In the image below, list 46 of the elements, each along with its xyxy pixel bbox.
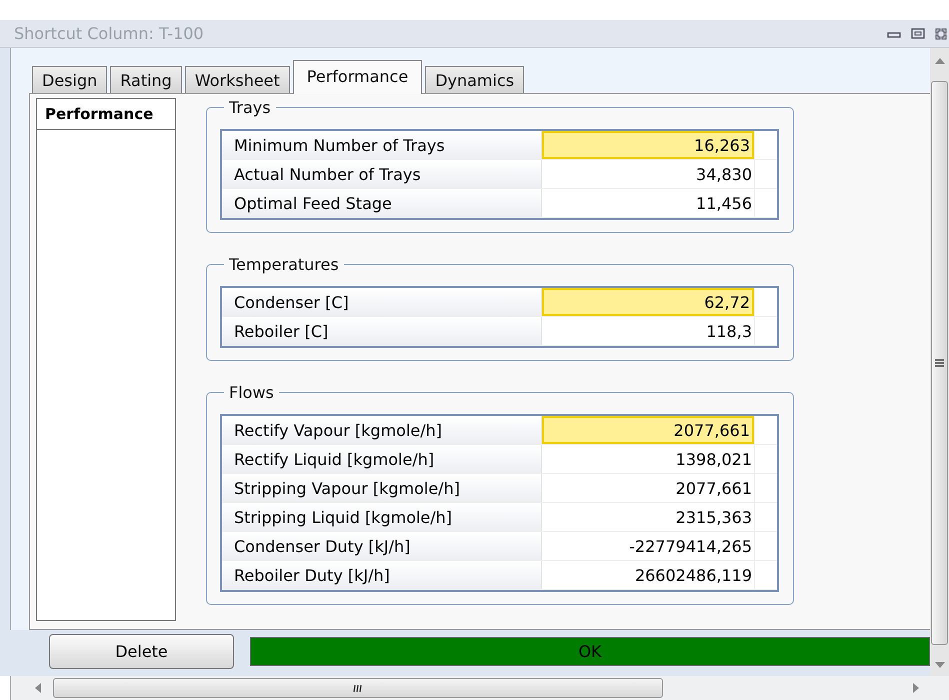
tab[interactable]: Design [32,66,108,94]
left-arrow-icon[interactable] [35,683,41,693]
value-cell[interactable]: 16,263 [542,131,754,159]
property-label: Actual Number of Trays [222,160,542,188]
grip-icon [935,359,944,367]
value-cell[interactable]: 2315,363 [542,503,754,531]
value-cell[interactable]: 2077,661 [542,474,754,502]
value-cell[interactable]: 2077,661 [542,416,754,444]
delete-button[interactable]: Delete [49,634,234,669]
expand-icon[interactable] [935,28,947,40]
grip-icon [353,684,363,692]
group-title: Temperatures [228,255,340,274]
up-arrow-icon[interactable] [934,58,944,64]
group-title: Flows [228,383,275,402]
property-label: Condenser Duty [kJ/h] [222,532,542,560]
value-cell[interactable]: 118,3 [542,317,754,345]
property-label: Reboiler Duty [kJ/h] [222,561,542,589]
vertical-scrollbar[interactable] [930,48,949,676]
value-cell[interactable]: -22779414,265 [542,532,754,560]
scroll-thumb[interactable] [53,678,663,698]
property-label: Minimum Number of Trays [222,131,542,159]
value-cell[interactable]: 1398,021 [542,445,754,473]
group-title: Trays [228,98,272,117]
right-arrow-icon[interactable] [913,683,919,693]
tab[interactable]: Dynamics [425,66,524,94]
property-label: Stripping Vapour [kgmole/h] [222,474,542,502]
horizontal-scrollbar[interactable] [10,676,949,700]
window-title: Shortcut Column: T-100 [14,24,204,43]
tab[interactable]: Worksheet [184,66,290,94]
property-label: Rectify Vapour [kgmole/h] [222,416,542,444]
value-cell[interactable]: 34,830 [542,160,754,188]
value-cell[interactable]: 11,456 [542,189,754,217]
scroll-thumb[interactable] [931,81,948,645]
property-label: Reboiler [C] [222,317,542,345]
tab[interactable]: Performance [292,60,422,94]
down-arrow-icon[interactable] [934,662,944,668]
ok-button[interactable]: OK [250,637,930,666]
tab[interactable]: Rating [110,66,182,94]
property-label: Rectify Liquid [kgmole/h] [222,445,542,473]
property-label: Condenser [C] [222,288,542,316]
sidebar-item[interactable]: Performance [37,99,175,130]
value-cell[interactable]: 26602486,119 [542,561,754,589]
property-label: Optimal Feed Stage [222,189,542,217]
value-cell[interactable]: 62,72 [542,288,754,316]
property-label: Stripping Liquid [kgmole/h] [222,503,542,531]
restore-icon[interactable] [911,28,925,40]
